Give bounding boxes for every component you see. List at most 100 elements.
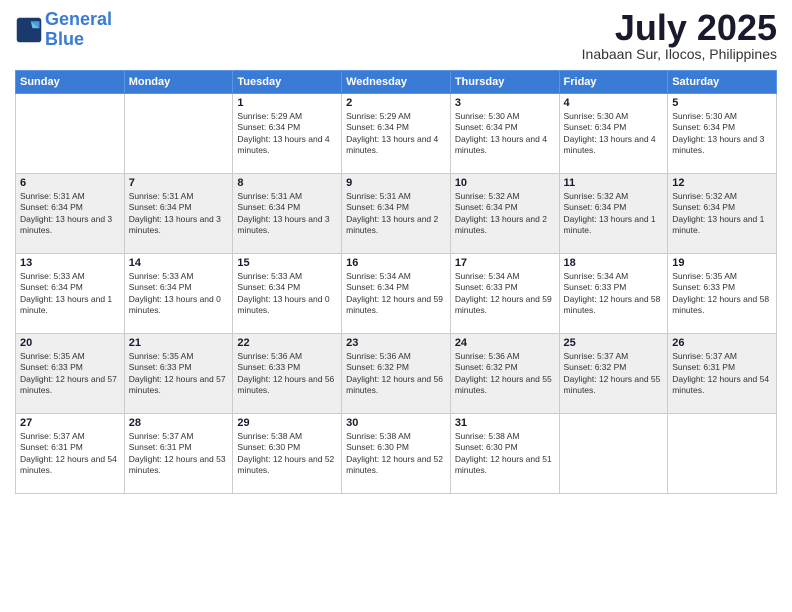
calendar-cell [124,94,233,174]
day-number: 22 [237,337,337,349]
calendar-row: 1 Sunrise: 5:29 AM Sunset: 6:34 PM Daylig… [16,94,777,174]
day-number: 31 [455,417,555,429]
cell-info: Sunrise: 5:38 AM Sunset: 6:30 PM Dayligh… [455,431,555,477]
month-title: July 2025 [582,10,777,46]
cell-info: Sunrise: 5:33 AM Sunset: 6:34 PM Dayligh… [129,271,229,317]
column-header-tuesday: Tuesday [233,71,342,94]
day-number: 4 [564,97,664,109]
cell-info: Sunrise: 5:32 AM Sunset: 6:34 PM Dayligh… [672,191,772,237]
day-number: 29 [237,417,337,429]
day-number: 30 [346,417,446,429]
column-header-wednesday: Wednesday [342,71,451,94]
day-number: 3 [455,97,555,109]
logo-icon [15,16,43,44]
day-number: 16 [346,257,446,269]
cell-info: Sunrise: 5:34 AM Sunset: 6:34 PM Dayligh… [346,271,446,317]
logo-blue: Blue [45,29,84,49]
calendar-cell: 1 Sunrise: 5:29 AM Sunset: 6:34 PM Daylig… [233,94,342,174]
column-header-sunday: Sunday [16,71,125,94]
calendar-cell: 24 Sunrise: 5:36 AM Sunset: 6:32 PM Dayli… [450,334,559,414]
column-header-thursday: Thursday [450,71,559,94]
cell-info: Sunrise: 5:35 AM Sunset: 6:33 PM Dayligh… [672,271,772,317]
cell-info: Sunrise: 5:34 AM Sunset: 6:33 PM Dayligh… [455,271,555,317]
day-number: 12 [672,177,772,189]
calendar-cell: 12 Sunrise: 5:32 AM Sunset: 6:34 PM Dayli… [668,174,777,254]
day-number: 20 [20,337,120,349]
calendar-cell: 15Sunrise: 5:33 AM Sunset: 6:34 PM Dayli… [233,254,342,334]
calendar-cell: 20 Sunrise: 5:35 AM Sunset: 6:33 PM Dayli… [16,334,125,414]
cell-info: Sunrise: 5:35 AM Sunset: 6:33 PM Dayligh… [20,351,120,397]
day-number: 7 [129,177,229,189]
cell-info: Sunrise: 5:30 AM Sunset: 6:34 PM Dayligh… [564,111,664,157]
calendar-header-row: SundayMondayTuesdayWednesdayThursdayFrid… [16,71,777,94]
calendar-cell: 14 Sunrise: 5:33 AM Sunset: 6:34 PM Dayli… [124,254,233,334]
calendar-table: SundayMondayTuesdayWednesdayThursdayFrid… [15,70,777,494]
cell-info: Sunrise: 5:30 AM Sunset: 6:34 PM Dayligh… [672,111,772,157]
calendar-cell [559,414,668,494]
cell-info: Sunrise: 5:37 AM Sunset: 6:32 PM Dayligh… [564,351,664,397]
cell-info: Sunrise: 5:30 AM Sunset: 6:34 PM Dayligh… [455,111,555,157]
day-number: 14 [129,257,229,269]
cell-info: Sunrise: 5:36 AM Sunset: 6:32 PM Dayligh… [455,351,555,397]
day-number: 21 [129,337,229,349]
location: Inabaan Sur, Ilocos, Philippines [582,46,777,62]
day-number: 5 [672,97,772,109]
page: General Blue July 2025 Inabaan Sur, Iloc… [0,0,792,612]
calendar-cell [16,94,125,174]
calendar-row: 20 Sunrise: 5:35 AM Sunset: 6:33 PM Dayli… [16,334,777,414]
cell-info: Sunrise: 5:37 AM Sunset: 6:31 PM Dayligh… [20,431,120,477]
day-number: 23 [346,337,446,349]
logo-name: General Blue [45,10,112,50]
calendar-cell: 28 Sunrise: 5:37 AM Sunset: 6:31 PM Dayli… [124,414,233,494]
day-number: 9 [346,177,446,189]
calendar-row: 13 Sunrise: 5:33 AM Sunset: 6:34 PM Dayli… [16,254,777,334]
day-number: 24 [455,337,555,349]
cell-info: Sunrise: 5:38 AM Sunset: 6:30 PM Dayligh… [346,431,446,477]
day-number: 8 [237,177,337,189]
calendar-cell: 5 Sunrise: 5:30 AM Sunset: 6:34 PM Daylig… [668,94,777,174]
calendar-cell: 26Sunrise: 5:37 AM Sunset: 6:31 PM Dayli… [668,334,777,414]
calendar-cell: 29 Sunrise: 5:38 AM Sunset: 6:30 PM Dayli… [233,414,342,494]
cell-info: Sunrise: 5:31 AM Sunset: 6:34 PM Dayligh… [129,191,229,237]
calendar-row: 6 Sunrise: 5:31 AM Sunset: 6:34 PM Daylig… [16,174,777,254]
day-number: 10 [455,177,555,189]
logo: General Blue [15,10,112,50]
calendar-cell: 17 Sunrise: 5:34 AM Sunset: 6:33 PM Dayli… [450,254,559,334]
cell-info: Sunrise: 5:31 AM Sunset: 6:34 PM Dayligh… [20,191,120,237]
logo-general: General [45,9,112,29]
cell-info: Sunrise: 5:32 AM Sunset: 6:34 PM Dayligh… [455,191,555,237]
cell-info: Sunrise: 5:36 AM Sunset: 6:33 PM Dayligh… [237,351,337,397]
cell-info: Sunrise: 5:37 AM Sunset: 6:31 PM Dayligh… [672,351,772,397]
calendar-cell: 3 Sunrise: 5:30 AM Sunset: 6:34 PM Daylig… [450,94,559,174]
day-number: 27 [20,417,120,429]
day-number: 13 [20,257,120,269]
calendar-cell: 7 Sunrise: 5:31 AM Sunset: 6:34 PM Daylig… [124,174,233,254]
header: General Blue July 2025 Inabaan Sur, Iloc… [15,10,777,62]
cell-info: Sunrise: 5:31 AM Sunset: 6:34 PM Dayligh… [237,191,337,237]
calendar-cell: 13Sunrise: 5:33 AM Sunset: 6:34 PM Dayli… [16,254,125,334]
day-number: 19 [672,257,772,269]
calendar-cell [668,414,777,494]
cell-info: Sunrise: 5:31 AM Sunset: 6:34 PM Dayligh… [346,191,446,237]
column-header-saturday: Saturday [668,71,777,94]
calendar-cell: 27 Sunrise: 5:37 AM Sunset: 6:31 PM Dayli… [16,414,125,494]
day-number: 15 [237,257,337,269]
calendar-cell: 16 Sunrise: 5:34 AM Sunset: 6:34 PM Dayli… [342,254,451,334]
calendar-cell: 18Sunrise: 5:34 AM Sunset: 6:33 PM Dayli… [559,254,668,334]
column-header-monday: Monday [124,71,233,94]
day-number: 28 [129,417,229,429]
cell-info: Sunrise: 5:34 AM Sunset: 6:33 PM Dayligh… [564,271,664,317]
day-number: 25 [564,337,664,349]
calendar-cell: 31 Sunrise: 5:38 AM Sunset: 6:30 PM Dayli… [450,414,559,494]
day-number: 6 [20,177,120,189]
cell-info: Sunrise: 5:38 AM Sunset: 6:30 PM Dayligh… [237,431,337,477]
calendar-cell: 4 Sunrise: 5:30 AM Sunset: 6:34 PM Daylig… [559,94,668,174]
cell-info: Sunrise: 5:29 AM Sunset: 6:34 PM Dayligh… [237,111,337,157]
day-number: 1 [237,97,337,109]
calendar-row: 27 Sunrise: 5:37 AM Sunset: 6:31 PM Dayli… [16,414,777,494]
cell-info: Sunrise: 5:29 AM Sunset: 6:34 PM Dayligh… [346,111,446,157]
day-number: 2 [346,97,446,109]
day-number: 17 [455,257,555,269]
cell-info: Sunrise: 5:37 AM Sunset: 6:31 PM Dayligh… [129,431,229,477]
column-header-friday: Friday [559,71,668,94]
